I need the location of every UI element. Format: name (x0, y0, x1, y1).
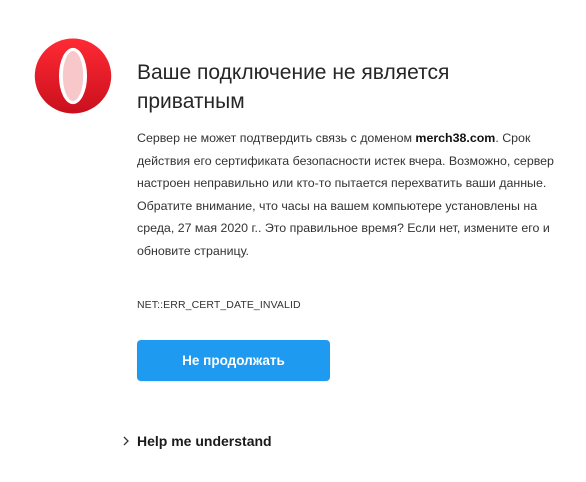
domain-name: merch38.com (415, 131, 496, 145)
description-text-after: . Срок действия его сертификата безопасн… (137, 131, 554, 258)
help-me-understand-link[interactable]: Help me understand (121, 433, 272, 449)
chevron-right-icon (121, 435, 131, 447)
error-code: NET::ERR_CERT_DATE_INVALID (137, 299, 301, 311)
opera-logo-icon (32, 37, 114, 115)
help-link-label: Help me understand (137, 433, 272, 449)
back-to-safety-button[interactable]: Не продолжать (137, 340, 330, 381)
error-description: Сервер не может подтвердить связь с доме… (137, 127, 557, 262)
description-text-before: Сервер не может подтвердить связь с доме… (137, 131, 416, 145)
page-title: Ваше подключение не является приватным (137, 61, 450, 113)
